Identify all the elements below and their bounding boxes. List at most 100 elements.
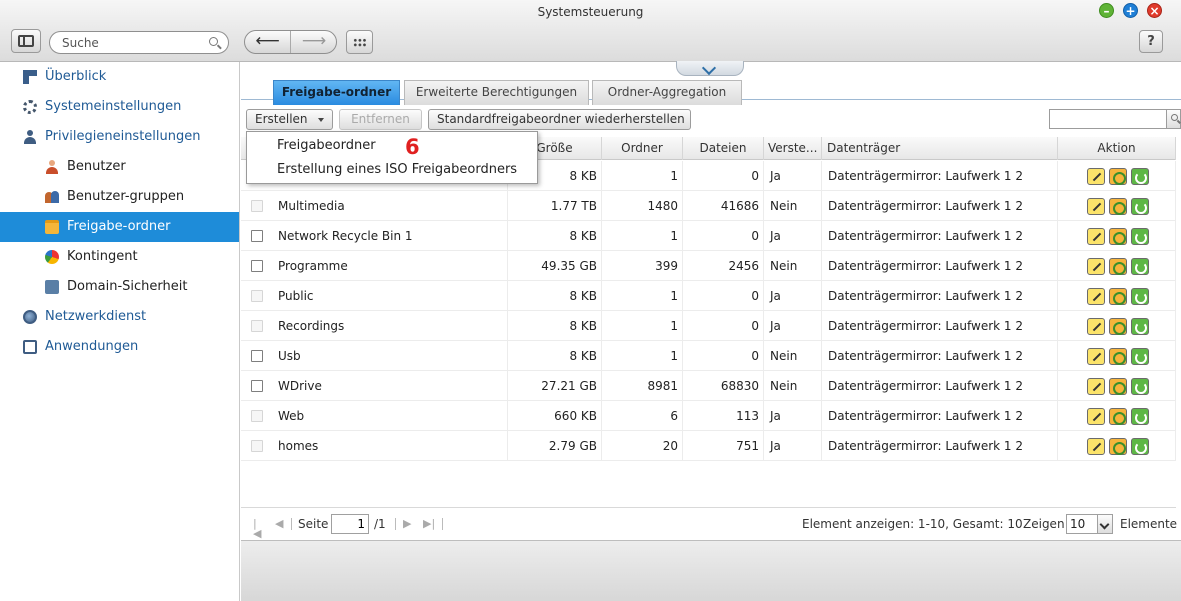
tab-advanced-permissions[interactable]: Erweiterte Berechtigungen <box>404 80 589 105</box>
permission-icon[interactable] <box>1109 258 1127 275</box>
sidebar-item-domain-security[interactable]: Domain-Sicherheit <box>0 272 239 302</box>
row-checkbox <box>251 320 263 332</box>
permission-icon[interactable] <box>1109 168 1127 185</box>
column-header-hidden[interactable]: Verste... <box>764 137 822 160</box>
folder-name: Web <box>278 409 305 423</box>
search-box[interactable] <box>49 31 229 54</box>
menu-toggle-button[interactable] <box>11 29 41 53</box>
refresh-icon[interactable] <box>1131 438 1149 455</box>
items-per-page-select[interactable]: 10 <box>1066 514 1113 534</box>
refresh-icon[interactable] <box>1131 228 1149 245</box>
permission-icon[interactable] <box>1109 228 1127 245</box>
sidebar-item-user-groups[interactable]: Benutzer-gruppen <box>0 182 239 212</box>
edit-icon[interactable] <box>1087 198 1105 215</box>
edit-icon[interactable] <box>1087 408 1105 425</box>
first-page-icon[interactable]: |◀ <box>253 518 262 539</box>
edit-icon[interactable] <box>1087 318 1105 335</box>
edit-icon[interactable] <box>1087 258 1105 275</box>
footer-bar <box>241 540 1181 601</box>
column-header-files[interactable]: Dateien <box>683 137 764 160</box>
table-row[interactable]: Public 8 KB 1 0 Ja Datenträgermirror: Laufwer… <box>241 281 1176 311</box>
table-row[interactable]: Recordings 8 KB 1 0 Ja Datenträgermirror: Lau… <box>241 311 1176 341</box>
remove-button[interactable]: Entfernen <box>339 109 422 130</box>
sidebar-item-applications[interactable]: Anwendungen <box>0 332 239 362</box>
create-button[interactable]: Erstellen <box>246 109 333 130</box>
apps-button[interactable] <box>346 30 373 54</box>
refresh-icon[interactable] <box>1131 288 1149 305</box>
panel-icon <box>18 35 34 47</box>
edit-icon[interactable] <box>1087 378 1105 395</box>
sidebar-item-quota[interactable]: Kontingent <box>0 242 239 272</box>
sidebar-item-label: Kontingent <box>67 249 138 264</box>
row-checkbox[interactable] <box>251 230 263 242</box>
filter-search-button[interactable] <box>1167 109 1181 129</box>
table-row[interactable]: Multimedia 1.77 TB 1480 41686 Nein Datenträge… <box>241 191 1176 221</box>
column-header-volume[interactable]: Datenträger <box>822 137 1058 160</box>
edit-icon[interactable] <box>1087 288 1105 305</box>
refresh-icon[interactable] <box>1131 408 1149 425</box>
next-page-icon[interactable]: ▶ <box>403 518 412 529</box>
cell-hidden: Nein <box>764 191 822 221</box>
permission-icon[interactable] <box>1109 348 1127 365</box>
edit-icon[interactable] <box>1087 348 1105 365</box>
refresh-icon[interactable] <box>1131 378 1149 395</box>
sidebar-item-network-services[interactable]: Netzwerkdienst <box>0 302 239 332</box>
help-button[interactable]: ? <box>1139 30 1163 53</box>
menu-item-iso-shared-folder[interactable]: Erstellung eines ISO Freigabeordners <box>247 158 537 182</box>
close-icon[interactable]: × <box>1147 3 1162 18</box>
refresh-icon[interactable] <box>1131 348 1149 365</box>
restore-default-folders-button[interactable]: Standardfreigabeordner wiederherstellen <box>428 109 691 130</box>
page-number-input[interactable] <box>331 514 369 534</box>
row-checkbox[interactable] <box>251 260 263 272</box>
permission-icon[interactable] <box>1109 198 1127 215</box>
search-input[interactable] <box>62 35 202 51</box>
cell-size: 8 KB <box>508 311 602 341</box>
filter-box[interactable] <box>1049 109 1167 129</box>
tab-shared-folders[interactable]: Freigabe-ordner <box>273 80 400 105</box>
permission-icon[interactable] <box>1109 378 1127 395</box>
permission-icon[interactable] <box>1109 318 1127 335</box>
edit-icon[interactable] <box>1087 438 1105 455</box>
row-checkbox <box>251 440 263 452</box>
tab-folder-aggregation[interactable]: Ordner-Aggregation <box>592 80 742 105</box>
row-checkbox[interactable] <box>251 350 263 362</box>
pagination-bar: |◀ ◀ Seite /1 ▶ ▶| Element anzeigen: 1-1… <box>241 507 1177 539</box>
cell-volume: Datenträgermirror: Laufwerk 1 2 <box>822 401 1058 431</box>
filter-input[interactable] <box>1050 110 1166 128</box>
edit-icon[interactable] <box>1087 168 1105 185</box>
refresh-icon[interactable] <box>1131 258 1149 275</box>
cell-files: 0 <box>683 311 764 341</box>
chevron-down-icon <box>1097 515 1112 533</box>
table-row[interactable]: Programme 49.35 GB 399 2456 Nein Datenträgerm… <box>241 251 1176 281</box>
refresh-icon[interactable] <box>1131 198 1149 215</box>
column-header-folders[interactable]: Ordner <box>602 137 683 160</box>
permission-icon[interactable] <box>1109 408 1127 425</box>
cell-volume: Datenträgermirror: Laufwerk 1 2 <box>822 161 1058 191</box>
table-row[interactable]: Web 660 KB 6 113 Ja Datenträgermirror: Laufwe… <box>241 401 1176 431</box>
table-row[interactable]: Usb 8 KB 1 0 Nein Datenträgermirror: Laufwerk… <box>241 341 1176 371</box>
last-page-icon[interactable]: ▶| <box>423 518 435 529</box>
refresh-icon[interactable] <box>1131 318 1149 335</box>
table-row[interactable]: homes 2.79 GB 20 751 Ja Datenträgermirror: La… <box>241 431 1176 461</box>
permission-icon[interactable] <box>1109 288 1127 305</box>
sidebar-item-users[interactable]: Benutzer <box>0 152 239 182</box>
minimize-icon[interactable]: – <box>1099 3 1114 18</box>
menu-item-shared-folder[interactable]: Freigabeordner 6 <box>247 134 537 159</box>
search-icon[interactable] <box>209 37 218 46</box>
refresh-icon[interactable] <box>1131 168 1149 185</box>
cell-files: 2456 <box>683 251 764 281</box>
permission-icon[interactable] <box>1109 438 1127 455</box>
sidebar-item-privilege-settings[interactable]: Privilegieneinstellungen <box>0 122 239 152</box>
edit-icon[interactable] <box>1087 228 1105 245</box>
maximize-icon[interactable]: + <box>1123 3 1138 18</box>
forward-button[interactable]: ⟶ <box>291 31 336 53</box>
row-checkbox[interactable] <box>251 380 263 392</box>
sidebar-item-system-settings[interactable]: Systemeinstellungen <box>0 92 239 122</box>
previous-page-icon[interactable]: ◀ <box>275 518 284 529</box>
table-row[interactable]: WDrive 27.21 GB 8981 68830 Nein Datenträgermi… <box>241 371 1176 401</box>
sidebar-item-shared-folders[interactable]: Freigabe-ordner <box>0 212 239 242</box>
back-button[interactable]: ⟵ <box>245 31 291 53</box>
sidebar-item-overview[interactable]: Überblick <box>0 62 239 92</box>
table-row[interactable]: Network Recycle Bin 1 8 KB 1 0 Ja Datenträger… <box>241 221 1176 251</box>
column-header-action[interactable]: Aktion <box>1058 137 1176 160</box>
